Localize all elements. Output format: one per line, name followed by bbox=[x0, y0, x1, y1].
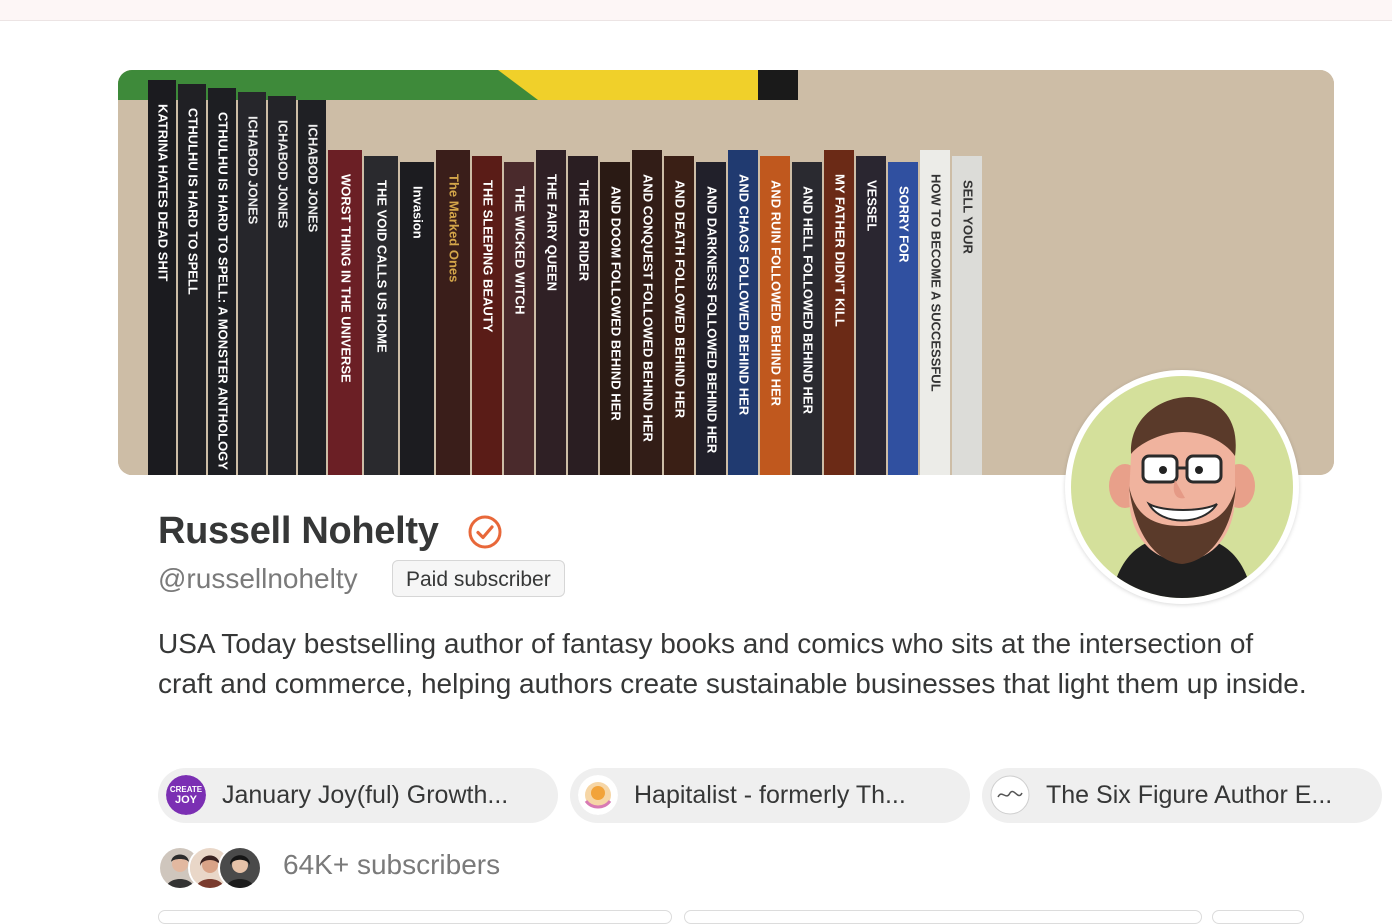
tab-stub[interactable] bbox=[684, 910, 1202, 924]
avatar[interactable] bbox=[1065, 370, 1299, 604]
svg-text:SORRY FOR: SORRY FOR bbox=[897, 186, 912, 263]
svg-text:THE FAIRY QUEEN: THE FAIRY QUEEN bbox=[545, 174, 560, 291]
book-spine: THE VOID CALLS US HOME bbox=[364, 156, 398, 475]
create-joy-logo-icon: CREATE JOY bbox=[166, 775, 206, 815]
profile-name: Russell Nohelty bbox=[158, 510, 439, 552]
book-spine: AND CONQUEST FOLLOWED BEHIND HER bbox=[632, 150, 662, 475]
book-spine: CTHULHU IS HARD TO SPELL bbox=[178, 84, 206, 475]
profile-handle: @russellnohelty bbox=[158, 563, 358, 594]
subscriber-count: 64K+ subscribers bbox=[283, 849, 501, 880]
book-spine: ICHABOD JONES bbox=[268, 96, 296, 475]
svg-text:JOY: JOY bbox=[175, 794, 198, 806]
publication-label: Hapitalist - formerly Th... bbox=[634, 781, 906, 809]
publication-pill-six-figure-author[interactable]: The Six Figure Author E... bbox=[982, 768, 1382, 823]
hapitalist-logo-icon bbox=[578, 775, 618, 815]
publication-pill-january-joy[interactable]: CREATE JOY January Joy(ful) Growth... bbox=[158, 768, 558, 823]
book-spine: ICHABOD JONES bbox=[238, 92, 266, 475]
svg-text:ICHABOD JONES: ICHABOD JONES bbox=[276, 120, 291, 229]
book-spine: The Marked Ones bbox=[436, 150, 470, 475]
svg-text:ICHABOD JONES: ICHABOD JONES bbox=[246, 116, 261, 225]
book-spine: THE SLEEPING BEAUTY bbox=[472, 156, 502, 475]
svg-text:VESSEL: VESSEL bbox=[865, 180, 880, 231]
top-bar bbox=[0, 0, 1392, 21]
svg-text:KATRINA HATES DEAD SHIT: KATRINA HATES DEAD SHIT bbox=[156, 104, 171, 281]
book-spine: AND CHAOS FOLLOWED BEHIND HER bbox=[728, 150, 758, 475]
svg-text:The Marked Ones: The Marked Ones bbox=[447, 174, 462, 282]
avatar-illustration bbox=[1071, 376, 1293, 598]
book-spine: VESSEL bbox=[856, 156, 886, 475]
svg-text:CTHULHU IS HARD TO SPELL: A MO: CTHULHU IS HARD TO SPELL: A MONSTER ANTH… bbox=[216, 112, 231, 470]
book-spine: AND DEATH FOLLOWED BEHIND HER bbox=[664, 156, 694, 475]
book-spine: ICHABOD JONES bbox=[298, 100, 326, 475]
book-spine: THE RED RIDER bbox=[568, 156, 598, 475]
book-spine: CTHULHU IS HARD TO SPELL: A MONSTER ANTH… bbox=[208, 88, 236, 475]
svg-text:THE VOID CALLS US HOME: THE VOID CALLS US HOME bbox=[375, 180, 390, 353]
book-spine: KATRINA HATES DEAD SHIT bbox=[148, 80, 176, 475]
book-spine: SORRY FOR bbox=[888, 162, 918, 475]
publication-label: The Six Figure Author E... bbox=[1046, 781, 1333, 809]
tab-stub[interactable] bbox=[1212, 910, 1304, 924]
svg-text:WORST THING IN THE UNIVERSE: WORST THING IN THE UNIVERSE bbox=[339, 174, 354, 383]
svg-text:AND DOOM FOLLOWED BEHIND HER: AND DOOM FOLLOWED BEHIND HER bbox=[609, 186, 624, 421]
book-spine: WORST THING IN THE UNIVERSE bbox=[328, 150, 362, 475]
book-spine: AND DARKNESS FOLLOWED BEHIND HER bbox=[696, 162, 726, 475]
book-spine: THE WICKED WITCH bbox=[504, 162, 534, 475]
book-spine: MY FATHER DIDN'T KILL bbox=[824, 150, 854, 475]
svg-text:Invasion: Invasion bbox=[411, 186, 426, 239]
svg-text:AND CONQUEST FOLLOWED BEHIND H: AND CONQUEST FOLLOWED BEHIND HER bbox=[641, 174, 656, 443]
paid-subscriber-badge: Paid subscriber bbox=[392, 560, 565, 597]
svg-text:THE RED RIDER: THE RED RIDER bbox=[577, 180, 592, 282]
svg-text:AND DEATH FOLLOWED BEHIND HER: AND DEATH FOLLOWED BEHIND HER bbox=[673, 180, 688, 419]
book-spine: AND DOOM FOLLOWED BEHIND HER bbox=[600, 162, 630, 475]
subscriber-facepile bbox=[158, 846, 262, 890]
subscriber-avatar bbox=[218, 846, 262, 890]
svg-text:AND DARKNESS FOLLOWED BEHIND H: AND DARKNESS FOLLOWED BEHIND HER bbox=[705, 186, 720, 454]
six-figure-author-logo-icon bbox=[990, 775, 1030, 815]
verified-check-icon bbox=[468, 515, 502, 549]
book-spine: AND HELL FOLLOWED BEHIND HER bbox=[792, 162, 822, 475]
svg-text:SELL YOUR: SELL YOUR bbox=[961, 180, 976, 255]
svg-text:THE SLEEPING BEAUTY: THE SLEEPING BEAUTY bbox=[481, 180, 496, 333]
svg-text:CTHULHU IS HARD TO SPELL: CTHULHU IS HARD TO SPELL bbox=[186, 108, 201, 295]
svg-text:THE WICKED WITCH: THE WICKED WITCH bbox=[513, 186, 528, 315]
book-spine: THE FAIRY QUEEN bbox=[536, 150, 566, 475]
book-spine: HOW TO BECOME A SUCCESSFUL bbox=[920, 150, 950, 475]
book-spine: Invasion bbox=[400, 162, 434, 475]
book-spine: SELL YOUR bbox=[952, 156, 982, 475]
svg-text:HOW TO BECOME A SUCCESSFUL: HOW TO BECOME A SUCCESSFUL bbox=[929, 174, 944, 392]
svg-text:ICHABOD JONES: ICHABOD JONES bbox=[306, 124, 321, 233]
svg-text:MY FATHER DIDN'T KILL: MY FATHER DIDN'T KILL bbox=[833, 174, 848, 327]
svg-text:AND HELL FOLLOWED BEHIND HER: AND HELL FOLLOWED BEHIND HER bbox=[801, 186, 816, 415]
svg-text:AND CHAOS FOLLOWED BEHIND HER: AND CHAOS FOLLOWED BEHIND HER bbox=[737, 174, 752, 416]
publication-pill-hapitalist[interactable]: Hapitalist - formerly Th... bbox=[570, 768, 970, 823]
svg-text:AND RUIN FOLLOWED BEHIND HER: AND RUIN FOLLOWED BEHIND HER bbox=[769, 180, 784, 407]
svg-text:CREATE: CREATE bbox=[170, 785, 203, 794]
publication-label: January Joy(ful) Growth... bbox=[222, 781, 509, 809]
profile-bio: USA Today bestselling author of fantasy … bbox=[158, 628, 1307, 699]
tab-stub[interactable] bbox=[158, 910, 672, 924]
book-spine: AND RUIN FOLLOWED BEHIND HER bbox=[760, 156, 790, 475]
